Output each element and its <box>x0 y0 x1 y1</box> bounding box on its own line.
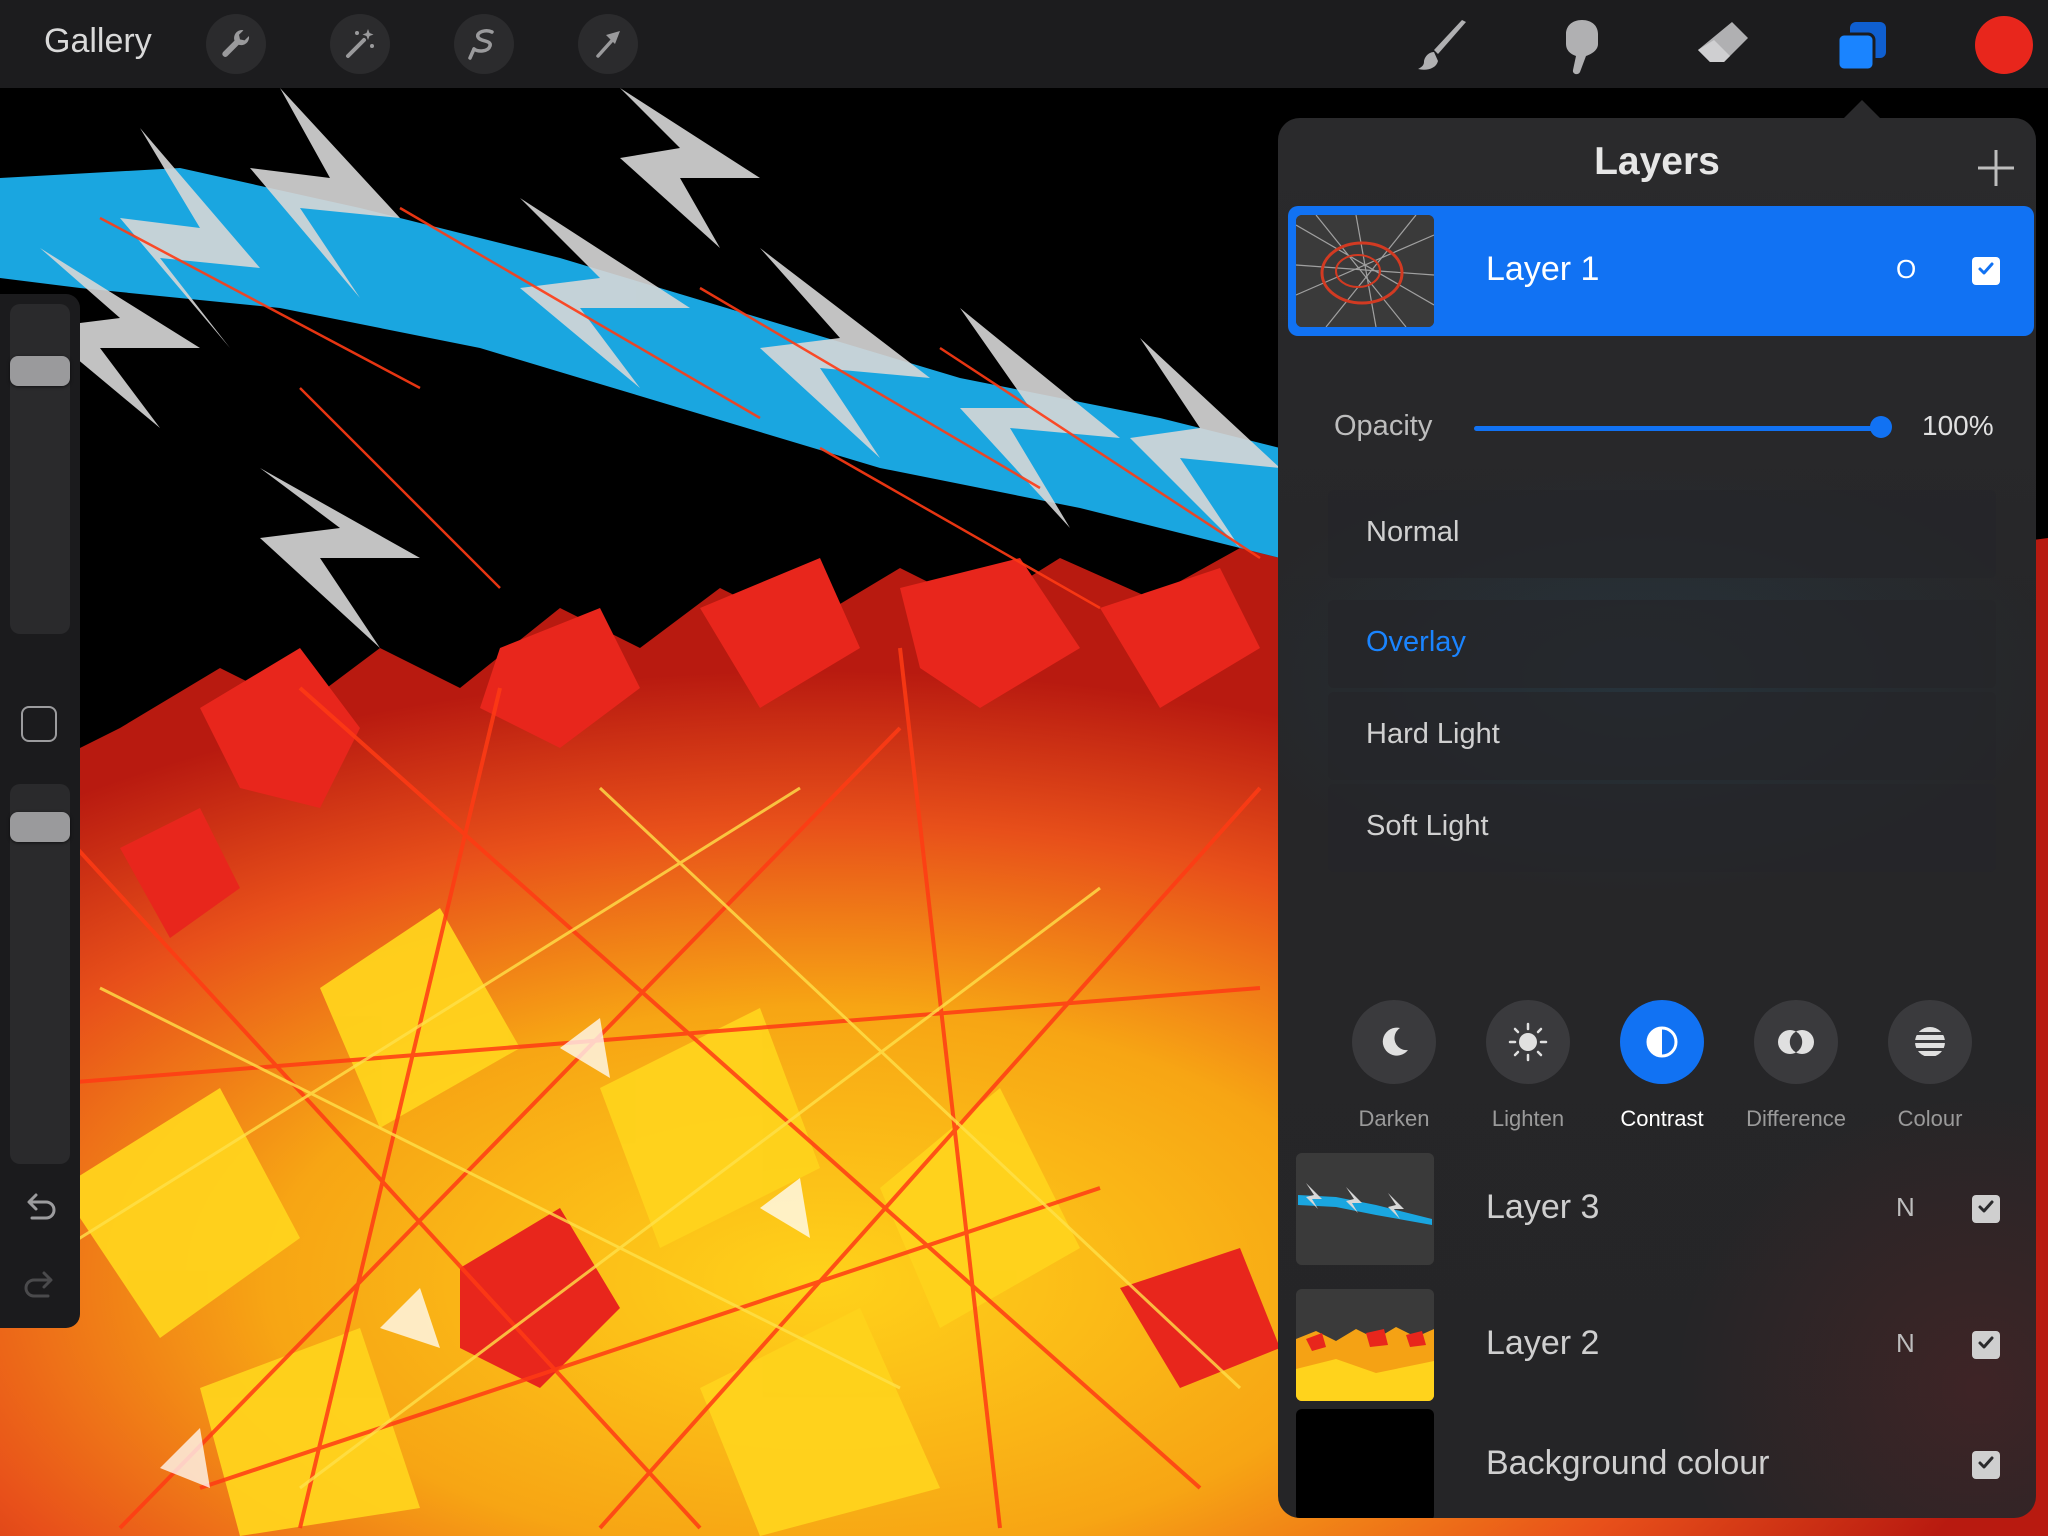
add-layer-button[interactable] <box>1966 138 2026 198</box>
layer-visibility-checkbox[interactable] <box>1972 1451 2000 1479</box>
panel-caret <box>1842 100 1882 120</box>
category-label: Difference <box>1746 1106 1846 1131</box>
brush-size-slider[interactable] <box>10 304 70 634</box>
category-label: Colour <box>1897 1106 1963 1131</box>
actions-button[interactable] <box>206 14 266 74</box>
adjustments-button[interactable] <box>330 14 390 74</box>
checkmark-icon <box>1976 1197 1996 1221</box>
stripes-icon <box>1888 1000 1972 1084</box>
layers-button[interactable] <box>1830 14 1894 78</box>
undo-button[interactable] <box>20 1188 60 1228</box>
category-label: Lighten <box>1491 1106 1565 1131</box>
layers-panel: Layers Layer 1 O Opacity 100% Normal Ove… <box>1278 118 2036 1518</box>
layer-row-background-colour[interactable]: Background colour <box>1288 1400 2034 1518</box>
smudge-button[interactable] <box>1550 14 1614 78</box>
moon-icon <box>1352 1000 1436 1084</box>
color-picker-button[interactable] <box>1975 16 2033 74</box>
checkmark-icon <box>1976 1333 1996 1357</box>
category-difference-button[interactable]: Difference <box>1729 1000 1863 1132</box>
eraser-button[interactable] <box>1690 14 1754 78</box>
layer-row-layer-3[interactable]: Layer 3 N <box>1288 1144 2034 1274</box>
layer-visibility-checkbox[interactable] <box>1972 1331 2000 1359</box>
undo-icon <box>20 1193 60 1232</box>
brush-opacity-handle[interactable] <box>10 812 70 842</box>
brush-button[interactable] <box>1412 14 1476 78</box>
opacity-slider-thumb[interactable] <box>1870 416 1892 438</box>
gallery-button[interactable]: Gallery <box>44 22 152 61</box>
category-lighten-button[interactable]: Lighten <box>1461 1000 1595 1132</box>
blend-mode-hard-light[interactable]: Hard Light <box>1328 692 1996 780</box>
blend-mode-label: Normal <box>1366 516 1460 548</box>
selection-button[interactable] <box>454 14 514 74</box>
redo-icon <box>20 1271 60 1310</box>
blend-mode-normal[interactable]: Normal <box>1328 490 1996 578</box>
modify-button[interactable] <box>21 706 57 742</box>
difference-icon <box>1754 1000 1838 1084</box>
wrench-icon <box>218 26 254 62</box>
transform-arrow-icon <box>590 26 626 62</box>
layer-row-layer-2[interactable]: Layer 2 N <box>1288 1280 2034 1410</box>
layer-name: Layer 1 <box>1486 250 1600 288</box>
layer-blend-code[interactable]: N <box>1896 1328 1915 1359</box>
plus-icon <box>1966 150 2026 202</box>
blend-mode-label: Hard Light <box>1366 718 1500 750</box>
layer-blend-code[interactable]: N <box>1896 1192 1915 1223</box>
layers-icon <box>1832 16 1892 76</box>
checkmark-icon <box>1976 259 1996 283</box>
layer-visibility-checkbox[interactable] <box>1972 1195 2000 1223</box>
brush-size-handle[interactable] <box>10 356 70 386</box>
brush-icon <box>1414 16 1474 76</box>
redo-button[interactable] <box>20 1266 60 1306</box>
layer-blend-code[interactable]: O <box>1896 254 1916 285</box>
category-label: Contrast <box>1620 1106 1704 1131</box>
eraser-icon <box>1692 16 1752 76</box>
category-darken-button[interactable]: Darken <box>1327 1000 1461 1132</box>
category-contrast-button[interactable]: Contrast <box>1595 1000 1729 1132</box>
smudge-icon <box>1552 16 1612 76</box>
half-circle-icon <box>1620 1000 1704 1084</box>
layer-name: Layer 2 <box>1486 1324 1600 1362</box>
selection-icon <box>466 26 502 62</box>
layer-thumbnail <box>1296 1409 1434 1518</box>
blend-mode-label: Overlay <box>1366 626 1466 658</box>
layer-name: Layer 3 <box>1486 1188 1600 1226</box>
layer-row-layer-1[interactable]: Layer 1 O <box>1288 206 2034 336</box>
layer-visibility-checkbox[interactable] <box>1972 257 2000 285</box>
layer-thumbnail <box>1296 215 1434 327</box>
layer-name: Background colour <box>1486 1444 1770 1482</box>
checkmark-icon <box>1976 1453 1996 1477</box>
opacity-slider[interactable] <box>1474 426 1884 431</box>
transform-button[interactable] <box>578 14 638 74</box>
sun-icon <box>1486 1000 1570 1084</box>
category-colour-button[interactable]: Colour <box>1863 1000 1997 1132</box>
top-toolbar: Gallery <box>0 0 2048 88</box>
opacity-label: Opacity <box>1334 410 1433 442</box>
magic-wand-icon <box>342 26 378 62</box>
layer-thumbnail <box>1296 1289 1434 1401</box>
layer-thumbnail <box>1296 1153 1434 1265</box>
left-sidebar <box>0 294 80 1328</box>
opacity-value: 100% <box>1922 410 1994 441</box>
category-label: Darken <box>1358 1106 1430 1131</box>
blend-mode-soft-light[interactable]: Soft Light <box>1328 784 1996 872</box>
blend-mode-overlay[interactable]: Overlay <box>1328 600 1996 688</box>
blend-mode-label: Soft Light <box>1366 810 1489 842</box>
panel-title: Layers <box>1594 140 1720 183</box>
